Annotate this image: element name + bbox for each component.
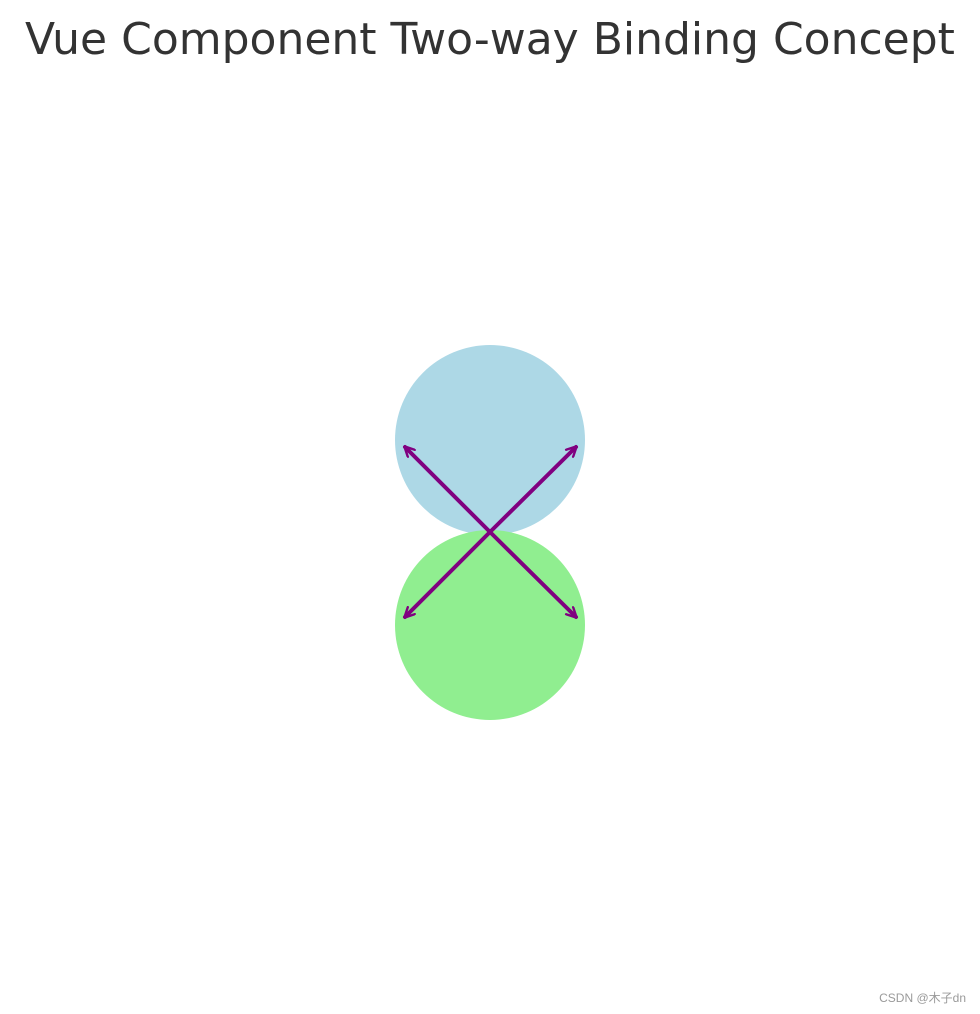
diagram-title: Vue Component Two-way Binding Concept (25, 14, 955, 65)
watermark: CSDN @木子dn (879, 991, 966, 1005)
lower-circle-node (395, 530, 585, 720)
diagram-canvas (395, 345, 585, 720)
upper-circle-node (395, 345, 585, 535)
